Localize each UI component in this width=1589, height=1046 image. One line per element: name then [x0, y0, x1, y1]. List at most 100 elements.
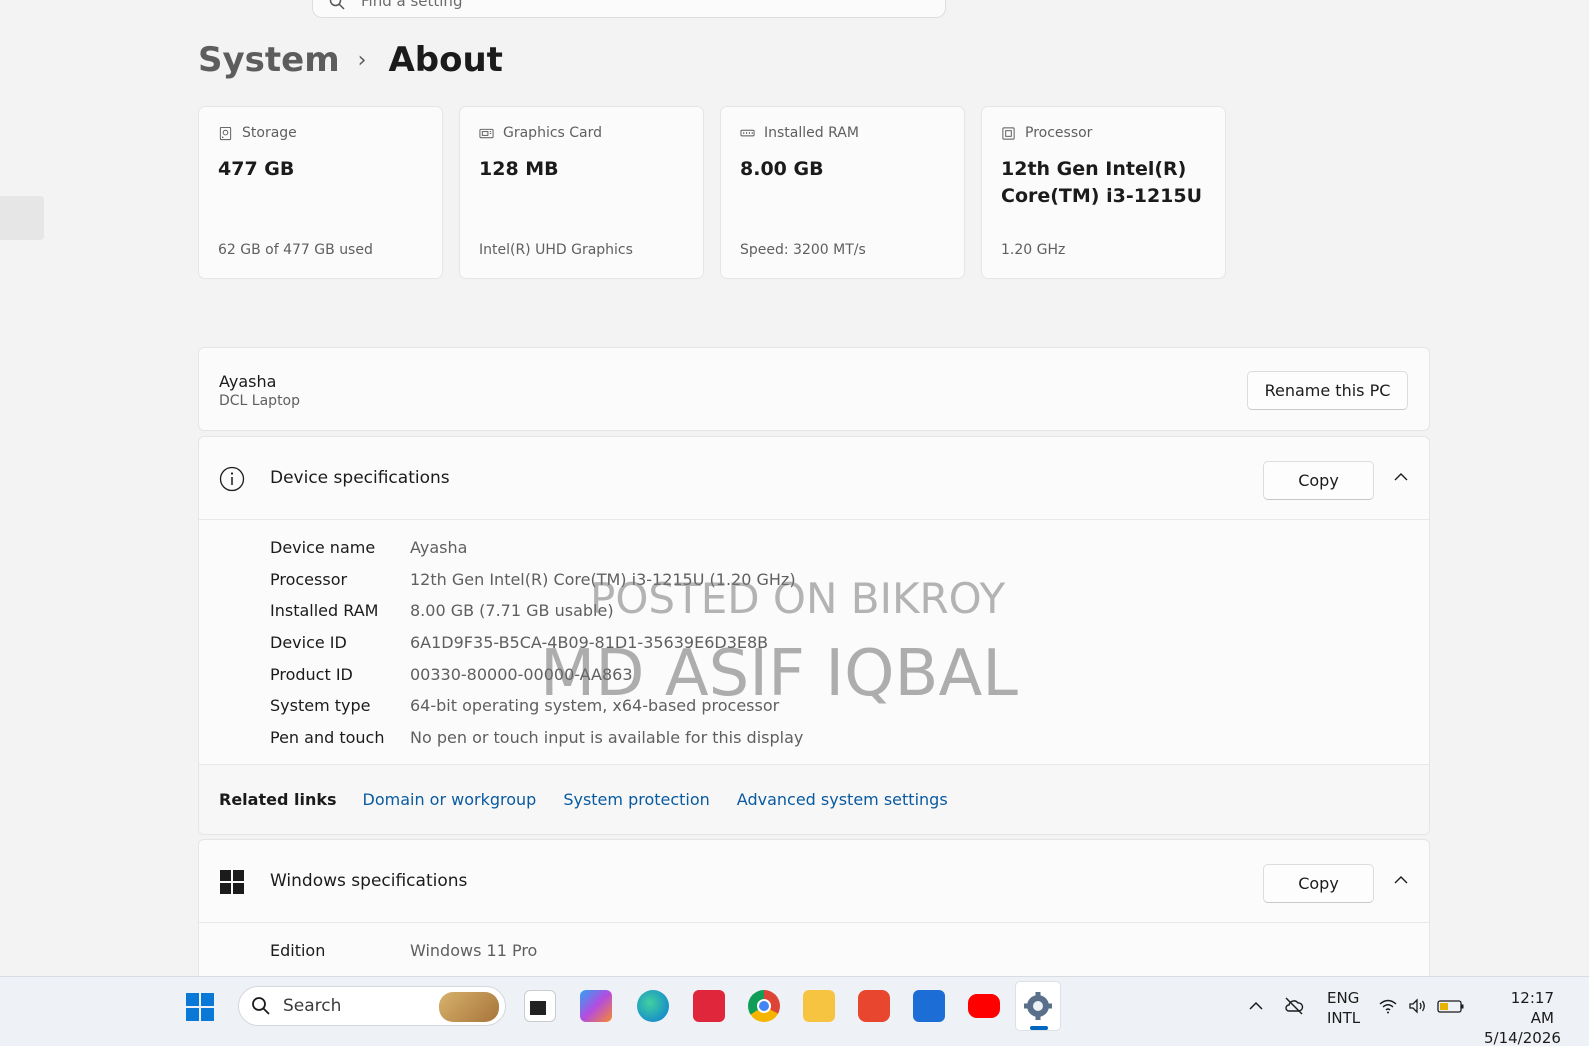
m365-copilot-icon[interactable]: [580, 990, 612, 1022]
settings-gear-icon[interactable]: [1022, 990, 1054, 1022]
language-code: ENG: [1327, 989, 1360, 1007]
file-explorer-icon[interactable]: [803, 990, 835, 1022]
windows-spec-list: Edition Windows 11 Pro: [199, 923, 1429, 967]
spec-value: 12th Gen Intel(R) Core(TM) i3-1215U (1.2…: [410, 569, 796, 589]
card-label: Processor: [1025, 125, 1093, 141]
cloud-offline-icon[interactable]: [1284, 996, 1304, 1016]
volume-icon[interactable]: [1407, 996, 1427, 1016]
search-icon: [329, 0, 345, 10]
card-detail: 62 GB of 477 GB used: [218, 242, 373, 258]
chevron-up-icon[interactable]: [1393, 872, 1409, 888]
edge-browser-icon[interactable]: [637, 990, 669, 1022]
active-app-indicator: [1030, 1026, 1048, 1030]
windows-specifications-header[interactable]: Windows specifications Copy: [199, 840, 1429, 923]
search-highlight-image: [439, 992, 499, 1022]
section-title: Device specifications: [270, 468, 450, 488]
device-specifications-header[interactable]: Device specifications Copy: [199, 437, 1429, 520]
related-links-label: Related links: [219, 790, 337, 809]
pc-name-panel: Ayasha DCL Laptop Rename this PC: [198, 347, 1430, 431]
spec-row: Device ID 6A1D9F35-B5CA-4B09-81D1-35639E6…: [270, 627, 1429, 659]
system-protection-link[interactable]: System protection: [563, 790, 709, 809]
section-title: Windows specifications: [270, 871, 468, 891]
breadcrumb: System › About: [198, 40, 503, 80]
search-placeholder: Find a setting: [361, 0, 463, 10]
spec-row: System type 64-bit operating system, x64-…: [270, 690, 1429, 722]
copy-windows-specs-button[interactable]: Copy: [1263, 864, 1374, 903]
spec-row: Device name Ayasha: [270, 532, 1429, 564]
pc-name: Ayasha: [219, 372, 277, 391]
storage-card[interactable]: Storage 477 GB 62 GB of 477 GB used: [198, 106, 443, 279]
card-label: Storage: [242, 125, 297, 141]
breadcrumb-separator: ›: [357, 47, 367, 73]
nav-selection-highlight: [0, 196, 44, 240]
spec-label: Processor: [270, 569, 348, 589]
copy-device-specs-button[interactable]: Copy: [1263, 461, 1374, 500]
spec-value: 00330-80000-00000-AA863: [410, 664, 633, 684]
card-value: 477 GB: [218, 158, 295, 180]
storage-icon: [219, 126, 232, 140]
spec-label: Installed RAM: [270, 601, 379, 621]
page-title: About: [388, 40, 503, 80]
breadcrumb-parent[interactable]: System: [198, 40, 340, 80]
spec-value: 6A1D9F35-B5CA-4B09-81D1-35639E6D3E8B: [410, 633, 769, 653]
spec-row: Pen and touch No pen or touch input is av…: [270, 722, 1429, 754]
wps-office-icon[interactable]: [858, 990, 890, 1022]
start-button[interactable]: [186, 993, 214, 1021]
spec-value: No pen or touch input is available for t…: [410, 727, 804, 747]
taskbar: Search ENG INTL 12:17 AM 5/14/2026: [0, 976, 1589, 1046]
related-links-bar: Related links Domain or workgroup System…: [199, 764, 1429, 834]
chevron-up-icon[interactable]: [1246, 996, 1266, 1016]
ram-icon: [740, 129, 755, 136]
input-language-indicator[interactable]: ENG INTL: [1327, 988, 1360, 1028]
task-view-icon[interactable]: [524, 990, 556, 1022]
processor-icon: [1002, 126, 1015, 140]
keyboard-layout: INTL: [1327, 1009, 1361, 1027]
spec-label: Device name: [270, 538, 376, 558]
clock-date: 5/14/2026: [1484, 1029, 1561, 1046]
card-detail: Speed: 3200 MT/s: [740, 242, 866, 258]
pdf-reader-icon[interactable]: [693, 990, 725, 1022]
battery-icon[interactable]: [1437, 996, 1465, 1016]
hardware-summary-cards: Storage 477 GB 62 GB of 477 GB used Grap…: [198, 106, 1226, 279]
spec-label: Edition: [270, 941, 326, 961]
card-value: 128 MB: [479, 158, 559, 180]
spec-value: Ayasha: [410, 538, 468, 558]
card-label: Installed RAM: [764, 125, 859, 141]
windows-logo-icon: [220, 870, 244, 894]
search-icon: [252, 997, 270, 1015]
rename-pc-button[interactable]: Rename this PC: [1247, 371, 1408, 410]
settings-search-bar[interactable]: Find a setting: [312, 0, 946, 18]
spec-row: Installed RAM 8.00 GB (7.71 GB usable): [270, 595, 1429, 627]
wifi-icon[interactable]: [1378, 996, 1398, 1016]
info-icon: [219, 466, 245, 492]
spec-label: Product ID: [270, 664, 353, 684]
spec-value: 64-bit operating system, x64-based proce…: [410, 696, 780, 716]
spec-row: Edition Windows 11 Pro: [270, 935, 1429, 967]
processor-card[interactable]: Processor 12th Gen Intel(R) Core(TM) i3-…: [981, 106, 1226, 279]
card-value: 12th Gen Intel(R) Core(TM) i3-1215U: [1001, 158, 1203, 207]
system-clock[interactable]: 12:17 AM 5/14/2026: [1484, 988, 1561, 1046]
spec-label: Device ID: [270, 633, 347, 653]
microsoft-store-icon[interactable]: [913, 990, 945, 1022]
clock-time: 12:17 AM: [1510, 989, 1554, 1027]
spec-value: Windows 11 Pro: [410, 941, 538, 961]
spec-row: Processor 12th Gen Intel(R) Core(TM) i3-1…: [270, 564, 1429, 596]
installed-ram-card[interactable]: Installed RAM 8.00 GB Speed: 3200 MT/s: [720, 106, 965, 279]
domain-or-workgroup-link[interactable]: Domain or workgroup: [363, 790, 537, 809]
card-detail: Intel(R) UHD Graphics: [479, 242, 633, 258]
youtube-icon[interactable]: [968, 994, 1000, 1018]
taskbar-search-label: Search: [283, 996, 342, 1016]
advanced-system-settings-link[interactable]: Advanced system settings: [737, 790, 948, 809]
chevron-up-icon[interactable]: [1393, 469, 1409, 485]
graphics-card-icon: [479, 128, 494, 138]
spec-label: System type: [270, 696, 371, 716]
card-detail: 1.20 GHz: [1001, 242, 1066, 258]
taskbar-search-box[interactable]: Search: [238, 986, 506, 1026]
graphics-card-card[interactable]: Graphics Card 128 MB Intel(R) UHD Graphi…: [459, 106, 704, 279]
device-spec-list: Device name Ayasha Processor 12th Gen Inte…: [199, 520, 1429, 753]
pc-model: DCL Laptop: [219, 393, 301, 409]
chrome-browser-icon[interactable]: [748, 990, 780, 1022]
card-label: Graphics Card: [503, 125, 603, 141]
device-specifications-section: Device specifications Copy Device name Ay…: [198, 436, 1430, 835]
spec-value: 8.00 GB (7.71 GB usable): [410, 601, 614, 621]
